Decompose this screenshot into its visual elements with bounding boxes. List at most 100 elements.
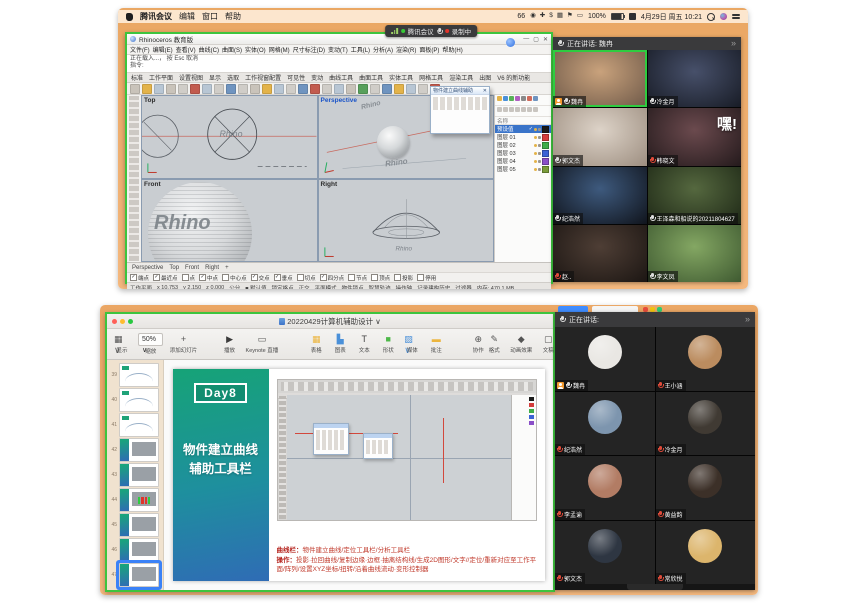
rhino-menu-item[interactable]: 文件(F) <box>130 45 150 54</box>
layer-row[interactable]: 图层 04 <box>495 157 551 165</box>
tool-icon[interactable] <box>286 84 296 94</box>
layer-color-swatch[interactable] <box>542 166 549 173</box>
toolbar-tab[interactable]: 选取 <box>227 73 239 82</box>
status-item[interactable]: 锁定格点 <box>272 284 294 290</box>
toolbar-button[interactable]: ▬ 批注 <box>428 334 444 354</box>
toolbar-tab[interactable]: 工作视窗配置 <box>245 73 281 82</box>
participant-video-tile[interactable]: 嘿! 韩晓文 <box>648 108 742 165</box>
toolbar-tab[interactable]: V6 的新功能 <box>497 73 530 82</box>
sidebar-bottom-tab[interactable] <box>627 584 683 590</box>
tool-icon[interactable] <box>394 84 404 94</box>
status-item[interactable]: 正交 <box>299 284 310 290</box>
toolbar-button[interactable]: ◆ 动画效果 <box>510 334 532 354</box>
viewport-top[interactable]: Top Rhino <box>142 96 317 178</box>
toolbar-tab[interactable]: 显示 <box>209 73 221 82</box>
participant-video-tile[interactable]: 纪浩然 <box>555 392 655 456</box>
tool-icon[interactable] <box>358 84 368 94</box>
tool-icon[interactable] <box>334 84 344 94</box>
participant-video-tile[interactable]: 李文凤 <box>648 225 742 282</box>
checkbox-icon[interactable] <box>348 274 355 281</box>
checkbox-icon[interactable]: ✓ <box>153 274 160 281</box>
layers-tool-icon[interactable] <box>527 96 532 101</box>
window-control-button[interactable]: — <box>523 36 529 43</box>
rhino-menu-item[interactable]: 尺寸标注(D) <box>293 45 325 54</box>
rhino-menu-item[interactable]: 渲染(R) <box>396 45 416 54</box>
participant-video-tile[interactable]: 郭文杰 <box>553 108 647 165</box>
tool-icon[interactable] <box>214 84 224 94</box>
layers-tool-icon[interactable] <box>521 107 526 112</box>
layers-tool-icon[interactable] <box>527 107 532 112</box>
menu-item[interactable]: 编辑 <box>179 11 195 22</box>
layers-tool-icon[interactable] <box>497 107 502 112</box>
status-item[interactable]: z 0.000 <box>206 285 224 290</box>
tool-icon[interactable] <box>238 84 248 94</box>
layers-tool-icon[interactable] <box>509 107 514 112</box>
layer-lock-icon[interactable] <box>538 168 541 171</box>
layers-tool-icon[interactable] <box>503 107 508 112</box>
tool-icon[interactable] <box>178 84 188 94</box>
toolbar-tab[interactable]: 工作平面 <box>149 73 173 82</box>
status-icon[interactable]: ▦ <box>557 13 563 20</box>
rhino-menu-item[interactable]: 变动(T) <box>328 45 348 54</box>
tool-icon[interactable] <box>166 84 176 94</box>
window-control-button[interactable]: ▢ <box>533 36 539 43</box>
checkbox-icon[interactable] <box>394 274 401 281</box>
layer-visibility-icon[interactable] <box>534 168 537 171</box>
rhino-menu-item[interactable]: 网格(M) <box>269 45 290 54</box>
viewport-tab[interactable]: + <box>225 265 229 271</box>
slide-thumbnail[interactable]: 46 <box>108 538 161 561</box>
layers-tool-icon[interactable] <box>515 96 520 101</box>
rhino-menu-item[interactable]: 实体(O) <box>245 45 266 54</box>
tool-icon[interactable] <box>202 84 212 94</box>
viewport-tab[interactable]: Perspective <box>132 265 163 271</box>
rhino-menu-item[interactable]: 曲线(C) <box>199 45 219 54</box>
status-item[interactable]: 记录建构历史 <box>417 284 450 290</box>
participant-video-tile[interactable]: 黄益韵 <box>656 456 756 520</box>
tool-icon[interactable] <box>190 84 200 94</box>
layer-lock-icon[interactable] <box>538 152 541 155</box>
tool-icon[interactable] <box>154 84 164 94</box>
toolbar-button[interactable]: ▢ 文稿 <box>540 334 556 354</box>
osnap-checkbox[interactable]: ✓ 端点 <box>130 274 149 282</box>
tool-icon[interactable] <box>274 84 284 94</box>
layers-tool-icon[interactable] <box>503 96 508 101</box>
toolbar-tab[interactable]: 曲面工具 <box>359 73 383 82</box>
checkbox-icon[interactable] <box>222 274 229 281</box>
status-icon[interactable]: ⚑ <box>567 13 573 20</box>
checkbox-icon[interactable] <box>297 274 304 281</box>
rhino-menu-item[interactable]: 分析(A) <box>373 45 393 54</box>
osnap-checkbox[interactable]: 顶点 <box>371 274 390 282</box>
status-item[interactable]: 物件锁点 <box>342 284 364 290</box>
slide-thumbnail-image[interactable] <box>119 388 159 412</box>
floating-tool-panel[interactable]: 物件建立曲线辅助 ✕ <box>430 86 490 134</box>
osnap-checkbox[interactable]: ✓ 交点 <box>251 274 270 282</box>
tool-icon[interactable] <box>130 84 140 94</box>
rhino-menu-item[interactable]: 帮助(H) <box>442 45 462 54</box>
osnap-checkbox[interactable]: 切点 <box>297 274 316 282</box>
layer-row[interactable]: 预设值 ✓ <box>495 125 551 133</box>
checkbox-icon[interactable]: ✓ <box>199 274 206 281</box>
toolbar-button[interactable]: ▨ ∨ 媒体 <box>404 334 420 354</box>
tool-icon[interactable] <box>142 84 152 94</box>
rhino-side-toolbar[interactable] <box>127 95 141 262</box>
layer-color-swatch[interactable] <box>542 158 549 165</box>
floating-panel-icons[interactable] <box>433 97 487 110</box>
slide-thumbnail-image[interactable] <box>119 438 159 462</box>
tool-icon[interactable] <box>298 84 308 94</box>
osnap-checkbox[interactable]: 停用 <box>417 274 436 282</box>
keynote-title-bar[interactable]: 20220429计算机辅助设计 ∨ <box>107 314 553 329</box>
layers-tool-icon[interactable] <box>515 107 520 112</box>
slide-thumbnail[interactable]: 41 <box>108 413 161 436</box>
viewport-tab[interactable]: Right <box>205 265 219 271</box>
rhino-menu-item[interactable]: 面板(P) <box>419 45 439 54</box>
slide-thumbnail[interactable]: 43 <box>108 463 161 486</box>
status-icon[interactable]: $ <box>549 13 553 20</box>
status-item[interactable]: 内存: 470.1 MB <box>477 284 515 290</box>
control-center-icon[interactable] <box>732 14 740 20</box>
participant-video-tile[interactable]: 冷金月 <box>648 50 742 107</box>
rhino-menu-item[interactable]: 曲面(S) <box>222 45 242 54</box>
osnap-checkbox[interactable]: ✓ 最近点 <box>153 274 178 282</box>
osnap-checkbox[interactable]: 中心点 <box>222 274 247 282</box>
status-item[interactable]: ■ 默认值 <box>245 284 266 290</box>
toolbar-button[interactable]: ⊕ 协作 <box>470 334 486 354</box>
